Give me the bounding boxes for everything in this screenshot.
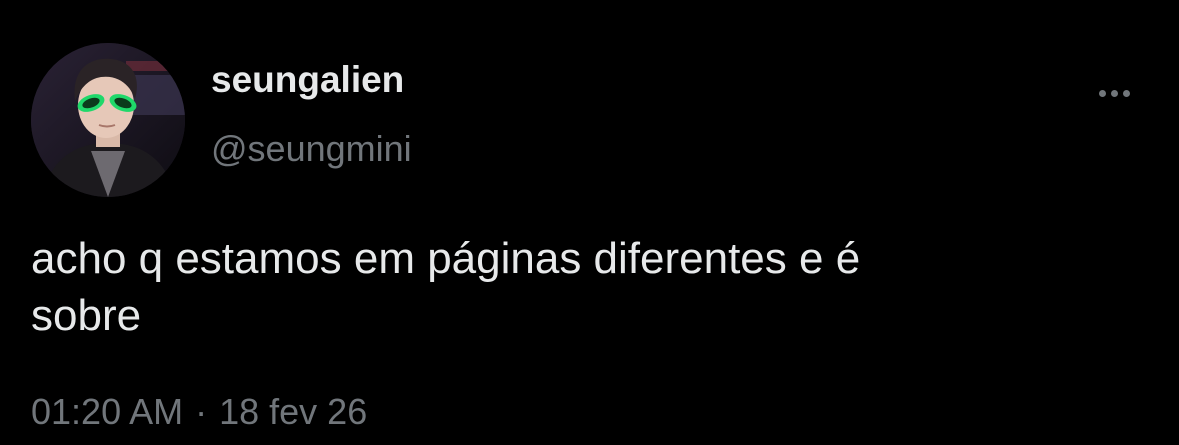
user-handle[interactable]: @seungmini: [211, 127, 412, 171]
tweet-text: acho q estamos em páginas diferentes e é…: [31, 234, 861, 340]
tweet-card: seungalien @seungmini acho q estamos em …: [0, 0, 1179, 445]
display-name[interactable]: seungalien: [211, 58, 404, 102]
more-options-button[interactable]: [1092, 80, 1136, 106]
tweet-timestamp[interactable]: 01:20 AM · 18 fev 26: [31, 390, 367, 434]
avatar-image: [31, 43, 185, 197]
more-horizontal-icon: [1098, 89, 1106, 97]
tweet-time: 01:20 AM: [31, 391, 184, 432]
tweet-date: 18 fev 26: [219, 391, 368, 432]
more-horizontal-icon: [1110, 89, 1118, 97]
meta-separator: ·: [195, 391, 208, 432]
avatar[interactable]: [31, 43, 185, 197]
more-horizontal-icon: [1122, 89, 1130, 97]
